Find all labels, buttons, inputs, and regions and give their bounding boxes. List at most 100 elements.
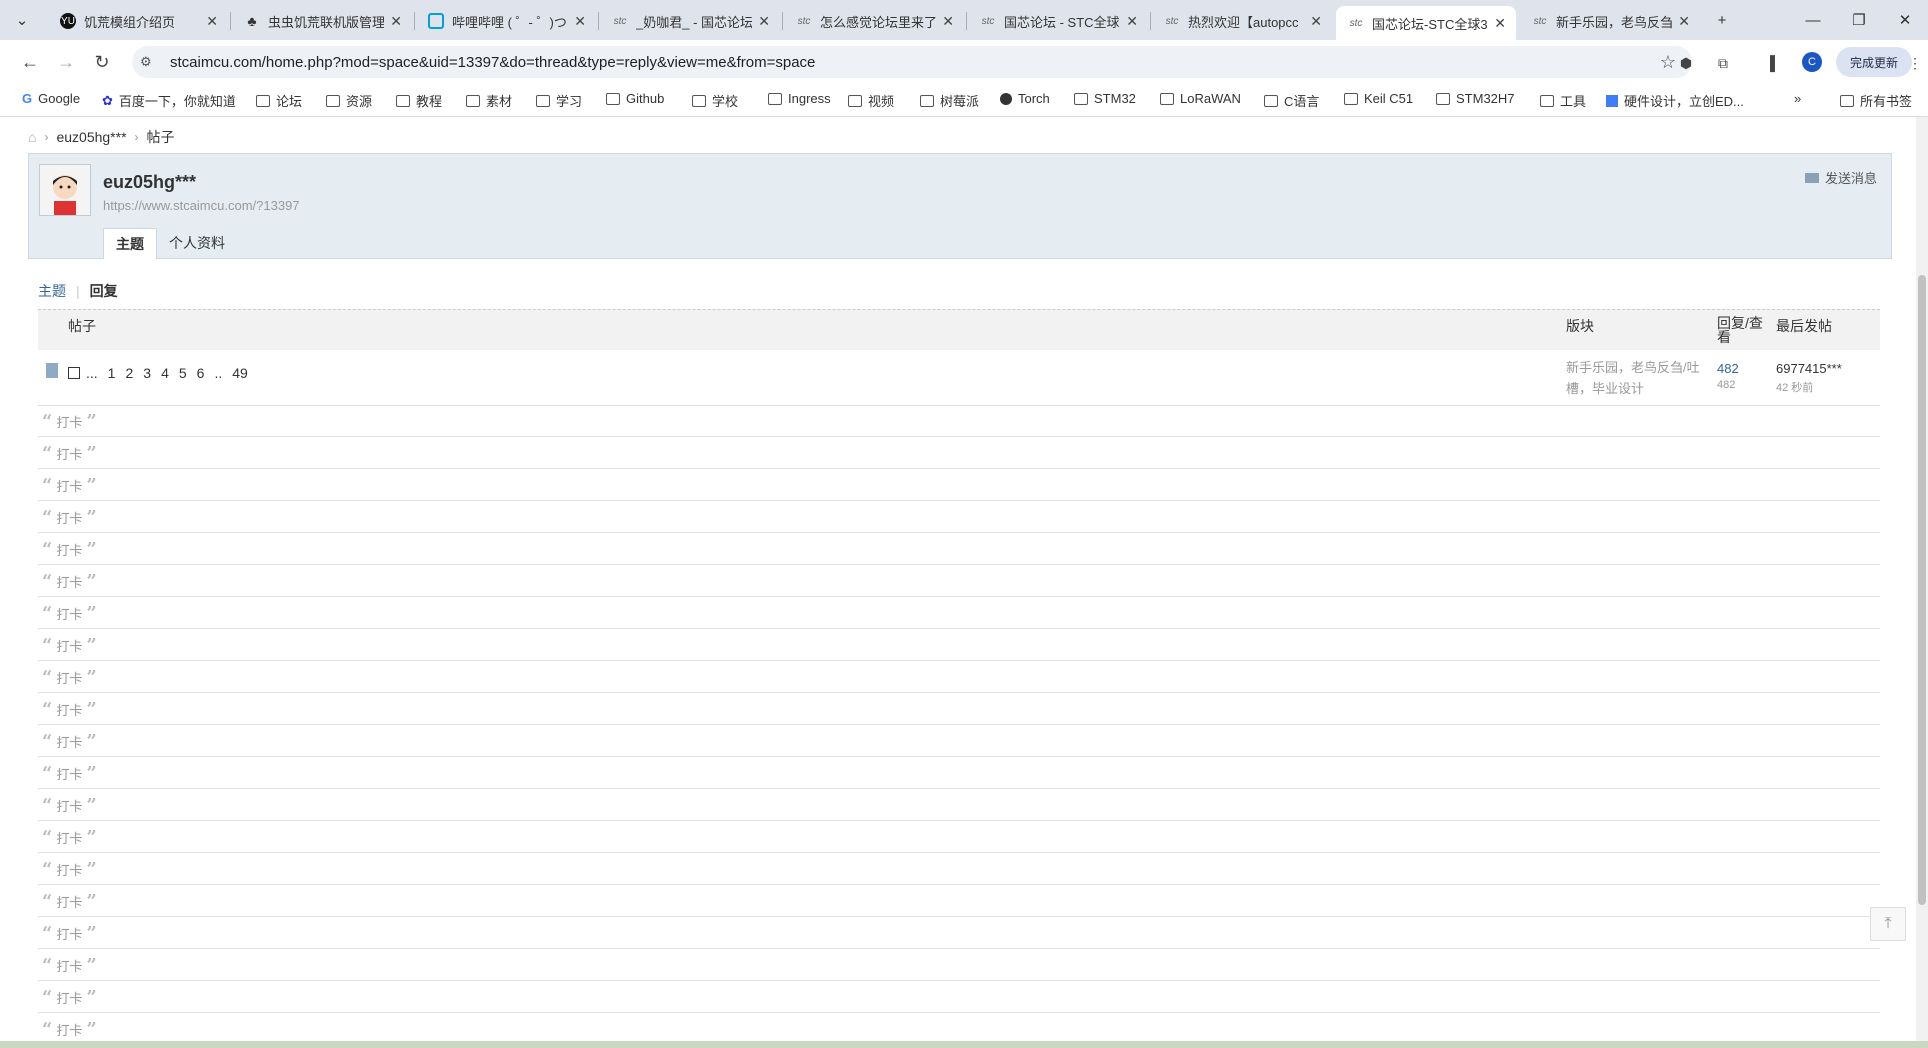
reply-text[interactable]: 打卡 (56, 604, 82, 623)
reply-text[interactable]: 打卡 (56, 668, 82, 687)
profile-url[interactable]: https://www.stcaimcu.com/?13397 (103, 198, 300, 213)
page-link[interactable]: 6 (197, 365, 205, 381)
browser-tab[interactable]: stc _奶咖君_ - 国芯论坛- ✕ (600, 6, 780, 36)
bookmark-item[interactable]: STM32H7 (1436, 91, 1515, 106)
bookmarks-overflow-icon[interactable]: » (1794, 91, 1801, 106)
page-link[interactable]: ... (86, 365, 98, 381)
close-tab-icon[interactable]: ✕ (390, 13, 402, 30)
browser-tab[interactable]: stc 国芯论坛 - STC全球 ✕ (968, 6, 1148, 36)
reply-text[interactable]: 打卡 (56, 1020, 82, 1039)
last-post-time[interactable]: 42 秒前 (1776, 379, 1813, 395)
reply-text[interactable]: 打卡 (56, 924, 82, 943)
reply-text[interactable]: 打卡 (56, 732, 82, 751)
extension-icon[interactable]: ⬢ (1675, 52, 1697, 74)
breadcrumb-user[interactable]: euz05hg*** (56, 129, 126, 145)
bookmark-item[interactable]: 资源 (326, 91, 372, 110)
tab-search-icon[interactable]: ⌄ (0, 0, 44, 40)
browser-tab[interactable]: stc 怎么感觉论坛里来了 ✕ (784, 6, 964, 36)
reply-text[interactable]: 打卡 (56, 860, 82, 879)
page-scrollbar[interactable] (1916, 117, 1928, 1041)
reply-text[interactable]: 打卡 (56, 764, 82, 783)
tab-topics[interactable]: 主题 (103, 228, 157, 259)
address-bar[interactable]: ⚙ stcaimcu.com/home.php?mod=space&uid=13… (132, 46, 1692, 78)
bookmark-item[interactable]: 学校 (692, 91, 738, 110)
checkbox-icon[interactable] (68, 367, 80, 379)
reply-text[interactable]: 打卡 (56, 508, 82, 527)
page-link[interactable]: .. (214, 365, 222, 381)
reply-text[interactable]: 打卡 (56, 444, 82, 463)
reply-text[interactable]: 打卡 (56, 988, 82, 1007)
minimize-icon[interactable]: — (1790, 0, 1836, 40)
subnav-topics[interactable]: 主题 (38, 281, 66, 301)
reply-text[interactable]: 打卡 (56, 828, 82, 847)
bookmark-item[interactable]: 树莓派 (920, 91, 979, 110)
bookmark-item[interactable]: Ingress (768, 91, 831, 106)
site-info-icon[interactable]: ⚙ (140, 54, 158, 70)
close-tab-icon[interactable]: ✕ (1310, 13, 1322, 30)
browser-tab[interactable]: 哔哩哔哩 ( ゜- ゜)つロ ✕ (416, 6, 596, 36)
bookmark-item[interactable]: 学习 (536, 91, 582, 110)
close-tab-icon[interactable]: ✕ (206, 13, 218, 30)
last-poster[interactable]: 6977415*** (1776, 361, 1842, 376)
back-to-top-button[interactable]: ⤒ (1870, 907, 1906, 941)
bookmark-item[interactable]: 教程 (396, 91, 442, 110)
browser-tab[interactable]: stc 新手乐园，老鸟反刍 ✕ (1520, 6, 1700, 36)
bookmark-item[interactable]: 素材 (466, 91, 512, 110)
forward-icon[interactable]: → (52, 48, 80, 76)
close-window-icon[interactable]: ✕ (1882, 0, 1928, 40)
reply-text[interactable]: 打卡 (56, 892, 82, 911)
bookmark-item[interactable]: 硬件设计，立创ED... (1606, 91, 1744, 110)
close-tab-icon[interactable]: ✕ (1494, 15, 1506, 32)
scrollbar-thumb[interactable] (1918, 275, 1926, 905)
reply-text[interactable]: 打卡 (56, 636, 82, 655)
avatar[interactable] (39, 164, 91, 216)
bookmark-item[interactable]: 工具 (1540, 91, 1586, 110)
subnav-replies[interactable]: 回复 (90, 281, 118, 301)
thread-replies[interactable]: 482 (1717, 361, 1739, 376)
browser-tab[interactable]: YU 饥荒模组介绍页 ✕ (48, 6, 228, 36)
bookmark-item[interactable]: STM32 (1074, 91, 1136, 106)
close-tab-icon[interactable]: ✕ (758, 13, 770, 30)
send-message-link[interactable]: 发送消息 (1804, 168, 1877, 187)
extensions-puzzle-icon[interactable]: ⧉ (1712, 52, 1734, 74)
bookmark-item[interactable]: ✿ 百度一下，你就知道 (102, 91, 236, 110)
side-panel-icon[interactable]: ▌ (1764, 52, 1786, 74)
page-link[interactable]: 1 (108, 365, 116, 381)
back-icon[interactable]: ← (16, 48, 44, 76)
close-tab-icon[interactable]: ✕ (942, 13, 954, 30)
bookmark-item[interactable]: Github (606, 91, 664, 106)
bookmark-star-icon[interactable]: ☆ (1660, 52, 1676, 73)
bookmark-item[interactable]: 视频 (848, 91, 894, 110)
bookmark-item[interactable]: G Google (22, 91, 80, 106)
page-link[interactable]: 49 (232, 365, 248, 381)
browser-tab[interactable]: ♣ 虫虫饥荒联机版管理 ✕ (232, 6, 412, 36)
menu-kebab-icon[interactable]: ⋮ (1904, 52, 1926, 74)
reply-text[interactable]: 打卡 (56, 796, 82, 815)
update-button[interactable]: 完成更新 (1836, 47, 1912, 77)
reply-text[interactable]: 打卡 (56, 540, 82, 559)
bookmark-item[interactable]: C语言 (1264, 91, 1319, 110)
reply-text[interactable]: 打卡 (56, 476, 82, 495)
profile-avatar[interactable]: C (1802, 52, 1822, 72)
reply-text[interactable]: 打卡 (56, 956, 82, 975)
new-tab-icon[interactable]: + (1702, 0, 1742, 40)
close-tab-icon[interactable]: ✕ (1678, 13, 1690, 30)
bookmark-item[interactable]: LoRaWAN (1160, 91, 1241, 106)
reply-text[interactable]: 打卡 (56, 572, 82, 591)
page-link[interactable]: 5 (179, 365, 187, 381)
page-link[interactable]: 2 (125, 365, 133, 381)
bookmark-item[interactable]: Keil C51 (1344, 91, 1413, 106)
reply-text[interactable]: 打卡 (56, 412, 82, 431)
all-bookmarks[interactable]: 所有书签 (1840, 91, 1912, 110)
close-tab-icon[interactable]: ✕ (1126, 13, 1138, 30)
bookmark-item[interactable]: Torch (1000, 91, 1050, 106)
bookmark-item[interactable]: 论坛 (256, 91, 302, 110)
restore-icon[interactable]: ❐ (1836, 0, 1882, 40)
home-icon[interactable]: ⌂ (28, 129, 36, 145)
tab-profile[interactable]: 个人资料 (157, 228, 237, 258)
browser-tab[interactable]: stc 热烈欢迎【autopcc ✕ (1152, 6, 1332, 36)
url-text[interactable]: stcaimcu.com/home.php?mod=space&uid=1339… (170, 54, 815, 71)
breadcrumb-section[interactable]: 帖子 (147, 127, 175, 147)
close-tab-icon[interactable]: ✕ (574, 13, 586, 30)
page-link[interactable]: 4 (161, 365, 169, 381)
